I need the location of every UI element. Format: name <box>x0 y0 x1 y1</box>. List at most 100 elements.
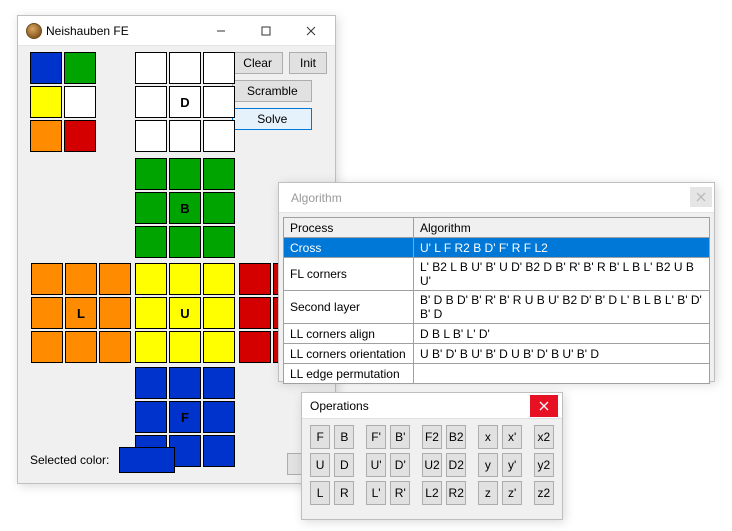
op-bp-button[interactable]: B' <box>390 425 410 449</box>
face-label-L[interactable]: L <box>65 297 97 329</box>
table-row[interactable]: LL corners orientationU B' D' B U' B' D … <box>284 344 710 364</box>
face-label-D[interactable]: D <box>169 86 201 118</box>
selected-color-row: Selected color: <box>30 447 175 473</box>
face-l: L <box>31 263 131 363</box>
op-b-button[interactable]: B <box>334 425 354 449</box>
table-row[interactable]: FL cornersL' B2 L B U' B' U D' B2 D B' R… <box>284 258 710 291</box>
cell-U-8[interactable] <box>203 331 235 363</box>
col-process[interactable]: Process <box>284 218 414 238</box>
cell-L-0[interactable] <box>31 263 63 295</box>
palette-gr[interactable] <box>64 52 96 84</box>
cell-F-1[interactable] <box>169 367 201 399</box>
op-f2-button[interactable]: F2 <box>422 425 442 449</box>
op-y-button[interactable]: y <box>478 453 498 477</box>
palette-rd[interactable] <box>64 120 96 152</box>
cell-D-7[interactable] <box>169 120 201 152</box>
op-d2-button[interactable]: D2 <box>446 453 466 477</box>
cell-F-3[interactable] <box>135 401 167 433</box>
op-yp-button[interactable]: y' <box>502 453 522 477</box>
op-l-button[interactable]: L <box>310 481 330 505</box>
op-x-button[interactable]: x <box>478 425 498 449</box>
op-b2-button[interactable]: B2 <box>446 425 466 449</box>
cell-U-2[interactable] <box>203 263 235 295</box>
op-r2-button[interactable]: R2 <box>446 481 466 505</box>
cell-L-8[interactable] <box>99 331 131 363</box>
cell-F-5[interactable] <box>203 401 235 433</box>
table-row[interactable]: LL edge permutation <box>284 364 710 384</box>
init-button[interactable]: Init <box>289 52 327 74</box>
cell-R-0[interactable] <box>239 263 271 295</box>
cell-U-7[interactable] <box>169 331 201 363</box>
scramble-button[interactable]: Scramble <box>232 80 312 102</box>
cell-L-5[interactable] <box>99 297 131 329</box>
clear-button[interactable]: Clear <box>232 52 283 74</box>
op-y2-button[interactable]: y2 <box>534 453 554 477</box>
cell-L-3[interactable] <box>31 297 63 329</box>
maximize-button[interactable] <box>243 17 288 45</box>
cell-D-1[interactable] <box>169 52 201 84</box>
solve-button[interactable]: Solve <box>232 108 312 130</box>
cell-D-0[interactable] <box>135 52 167 84</box>
op-dp-button[interactable]: D' <box>390 453 410 477</box>
op-zp-button[interactable]: z' <box>502 481 522 505</box>
cell-D-5[interactable] <box>203 86 235 118</box>
cell-F-8[interactable] <box>203 435 235 467</box>
cell-R-3[interactable] <box>239 297 271 329</box>
cell-B-3[interactable] <box>135 192 167 224</box>
table-row[interactable]: LL corners alignD B L B' L' D' <box>284 324 710 344</box>
table-row[interactable]: CrossU' L F R2 B D' F' R F L2 <box>284 238 710 258</box>
algorithm-close-button[interactable] <box>690 187 712 207</box>
palette-ye[interactable] <box>30 86 62 118</box>
cell-B-2[interactable] <box>203 158 235 190</box>
face-label-U[interactable]: U <box>169 297 201 329</box>
palette-or[interactable] <box>30 120 62 152</box>
cell-L-7[interactable] <box>65 331 97 363</box>
cell-B-6[interactable] <box>135 226 167 258</box>
op-z2-button[interactable]: z2 <box>534 481 554 505</box>
algorithm-title: Algorithm <box>287 191 712 205</box>
cell-L-6[interactable] <box>31 331 63 363</box>
cell-F-0[interactable] <box>135 367 167 399</box>
op-z-button[interactable]: z <box>478 481 498 505</box>
col-algorithm[interactable]: Algorithm <box>414 218 710 238</box>
cell-D-3[interactable] <box>135 86 167 118</box>
cell-D-8[interactable] <box>203 120 235 152</box>
face-label-B[interactable]: B <box>169 192 201 224</box>
op-d-button[interactable]: D <box>334 453 354 477</box>
op-fp-button[interactable]: F' <box>366 425 386 449</box>
cell-U-5[interactable] <box>203 297 235 329</box>
op-rp-button[interactable]: R' <box>390 481 410 505</box>
cell-U-6[interactable] <box>135 331 167 363</box>
palette-wh[interactable] <box>64 86 96 118</box>
op-x2-button[interactable]: x2 <box>534 425 554 449</box>
cell-U-0[interactable] <box>135 263 167 295</box>
op-lp-button[interactable]: L' <box>366 481 386 505</box>
op-u2-button[interactable]: U2 <box>422 453 442 477</box>
op-xp-button[interactable]: x' <box>502 425 522 449</box>
op-u-button[interactable]: U <box>310 453 330 477</box>
op-r-button[interactable]: R <box>334 481 354 505</box>
cell-B-7[interactable] <box>169 226 201 258</box>
cell-D-6[interactable] <box>135 120 167 152</box>
cell-B-5[interactable] <box>203 192 235 224</box>
face-label-F[interactable]: F <box>169 401 201 433</box>
op-up-button[interactable]: U' <box>366 453 386 477</box>
cell-U-3[interactable] <box>135 297 167 329</box>
palette-bl[interactable] <box>30 52 62 84</box>
selected-color-swatch[interactable] <box>119 447 175 473</box>
cell-L-1[interactable] <box>65 263 97 295</box>
table-row[interactable]: Second layerB' D B D' B' R' B' R U B U' … <box>284 291 710 324</box>
cell-B-0[interactable] <box>135 158 167 190</box>
close-button[interactable] <box>288 17 333 45</box>
op-f-button[interactable]: F <box>310 425 330 449</box>
op-l2-button[interactable]: L2 <box>422 481 442 505</box>
cell-R-6[interactable] <box>239 331 271 363</box>
cell-U-1[interactable] <box>169 263 201 295</box>
cell-D-2[interactable] <box>203 52 235 84</box>
cell-F-2[interactable] <box>203 367 235 399</box>
cell-B-1[interactable] <box>169 158 201 190</box>
operations-close-button[interactable] <box>530 395 558 417</box>
cell-B-8[interactable] <box>203 226 235 258</box>
cell-L-2[interactable] <box>99 263 131 295</box>
minimize-button[interactable] <box>198 17 243 45</box>
